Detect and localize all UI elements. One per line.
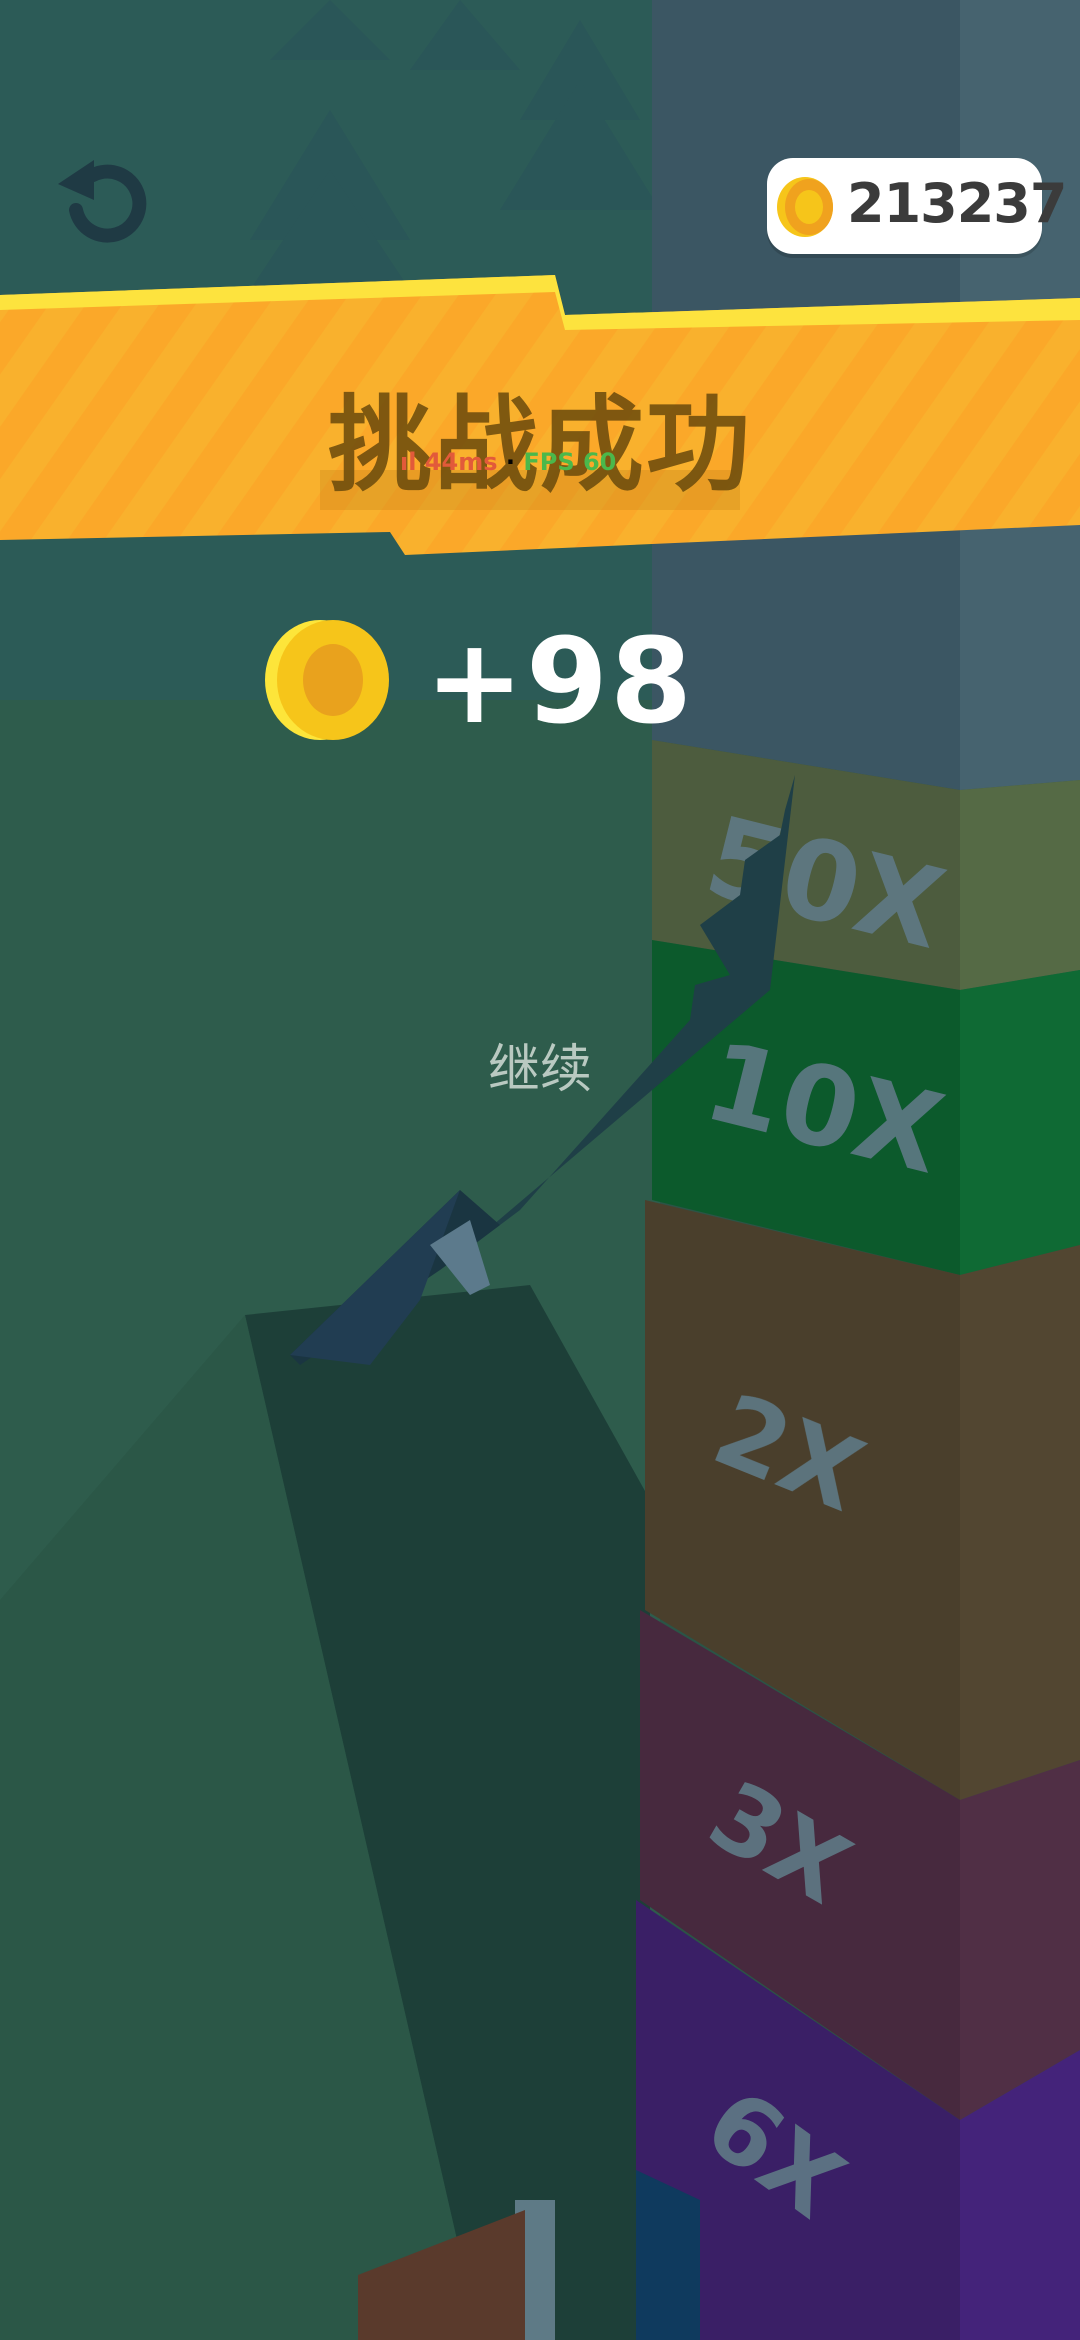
coin-icon xyxy=(777,177,833,237)
coin-count: 213237 xyxy=(847,172,1067,235)
reward-amount: +98 xyxy=(425,612,695,750)
ping-label: ıl 44ms xyxy=(400,448,498,476)
success-title: 挑战成功 xyxy=(327,384,752,506)
coin-counter: 213237 xyxy=(767,158,1067,254)
restart-icon xyxy=(58,160,147,243)
debug-overlay: ıl 44ms · FPS 60 xyxy=(400,448,617,476)
coin-icon xyxy=(265,620,389,740)
restart-button[interactable] xyxy=(48,150,158,260)
continue-button[interactable]: 继续 xyxy=(440,1030,640,1110)
fps-label: FPS 60 xyxy=(523,448,617,476)
